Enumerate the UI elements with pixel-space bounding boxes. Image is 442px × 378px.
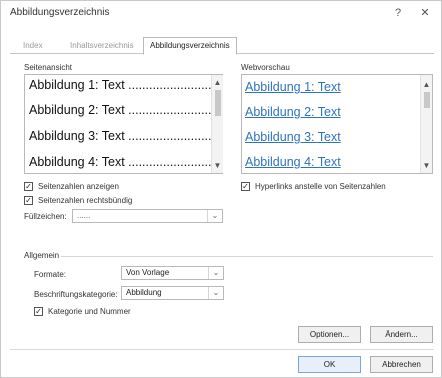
- scroll-up-icon[interactable]: ▲: [421, 80, 432, 89]
- chevron-down-icon: ⌄: [208, 287, 223, 299]
- caption-label-select[interactable]: Abbildung ⌄: [121, 286, 224, 300]
- scroll-thumb[interactable]: [424, 92, 430, 108]
- formats-value: Von Vorlage: [126, 268, 170, 277]
- caption-label-value: Abbildung: [126, 288, 162, 297]
- tab-abbildungsverzeichnis[interactable]: Abbildungsverzeichnis: [143, 37, 237, 55]
- right-align-page-numbers-label: Seitenzahlen rechtsbündig: [38, 196, 133, 205]
- web-preview-link: Abbildung 2: Text: [245, 105, 341, 119]
- tab-inhaltsverzeichnis[interactable]: Inhaltsverzeichnis: [64, 38, 140, 53]
- help-icon[interactable]: ?: [389, 5, 407, 21]
- footer-divider: [10, 349, 434, 350]
- web-preview-link: Abbildung 1: Text: [245, 80, 341, 94]
- right-align-page-numbers-checkbox[interactable]: ✓: [24, 196, 33, 205]
- print-preview-entry: Abbildung 3: Text ......................…: [29, 129, 219, 143]
- dialog-window: Abbildungsverzeichnis ? ✕ Index Inhaltsv…: [0, 0, 442, 378]
- web-preview-label: Webvorschau: [241, 63, 290, 72]
- cancel-button[interactable]: Abbrechen: [370, 356, 433, 373]
- general-group-line: [61, 256, 433, 257]
- show-page-numbers-label: Seitenzahlen anzeigen: [38, 182, 119, 191]
- formats-label: Formate:: [34, 270, 67, 279]
- show-page-numbers-checkbox[interactable]: ✓: [24, 182, 33, 191]
- fill-character-label: Füllzeichen:: [24, 212, 67, 221]
- options-button[interactable]: Optionen...: [298, 326, 361, 343]
- chevron-down-icon: ⌄: [207, 210, 222, 222]
- print-preview-scrollbar[interactable]: ▲ ▼: [211, 75, 223, 173]
- scroll-thumb[interactable]: [215, 90, 221, 116]
- fill-character-select[interactable]: ...... ⌄: [72, 209, 223, 223]
- print-preview-entry: Abbildung 1: Text ......................…: [29, 78, 219, 92]
- tab-index[interactable]: Index: [17, 38, 49, 53]
- close-icon[interactable]: ✕: [416, 5, 434, 21]
- ok-button[interactable]: OK: [298, 356, 361, 373]
- formats-select[interactable]: Von Vorlage ⌄: [121, 266, 224, 280]
- fill-character-value: ......: [77, 211, 91, 220]
- scroll-down-icon[interactable]: ▼: [421, 161, 432, 170]
- print-preview-entry: Abbildung 2: Text ......................…: [29, 103, 219, 117]
- scroll-up-icon[interactable]: ▲: [212, 78, 223, 87]
- web-preview-link: Abbildung 3: Text: [245, 130, 341, 144]
- include-label-number-checkbox[interactable]: ✓: [34, 307, 43, 316]
- modify-button[interactable]: Ändern...: [370, 326, 433, 343]
- print-preview-entry: Abbildung 4: Text ......................…: [29, 155, 219, 169]
- hyperlinks-checkbox[interactable]: ✓: [241, 182, 250, 191]
- dialog-title: Abbildungsverzeichnis: [10, 7, 110, 18]
- general-group-label: Allgemein: [24, 251, 60, 260]
- web-preview-box: Abbildung 1: Text Abbildung 2: Text Abbi…: [241, 74, 433, 174]
- caption-label-label: Beschriftungskategorie:: [34, 290, 118, 299]
- chevron-down-icon: ⌄: [208, 267, 223, 279]
- print-preview-label: Seitenansicht: [24, 63, 73, 72]
- hyperlinks-label: Hyperlinks anstelle von Seitenzahlen: [255, 182, 386, 191]
- scroll-down-icon[interactable]: ▼: [212, 161, 223, 170]
- web-preview-link: Abbildung 4: Text: [245, 155, 341, 169]
- web-preview-scrollbar[interactable]: ▲ ▼: [420, 75, 432, 173]
- include-label-number-label: Kategorie und Nummer: [48, 307, 131, 316]
- print-preview-box: Abbildung 1: Text ......................…: [24, 74, 223, 174]
